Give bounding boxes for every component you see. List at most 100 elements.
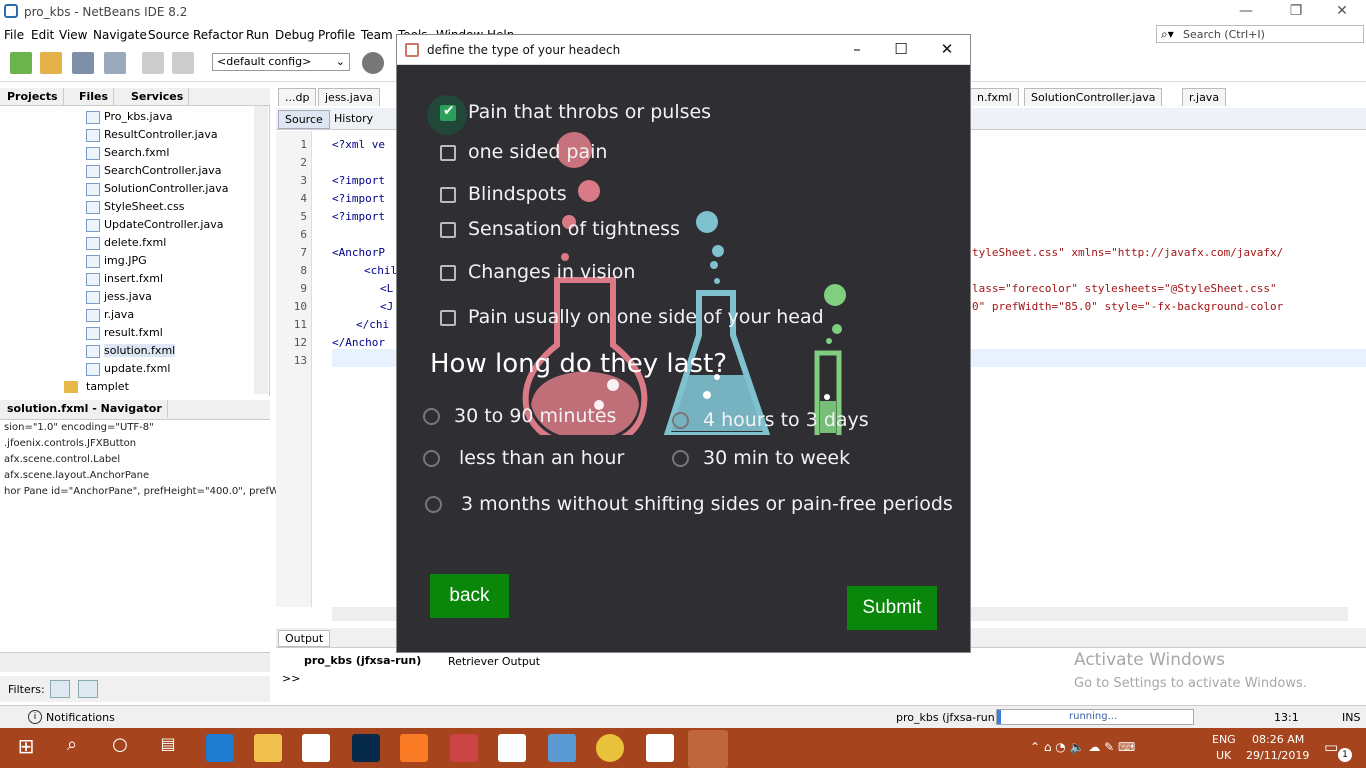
dialog-maximize-button[interactable]: ☐ — [889, 40, 913, 60]
checkbox-vision[interactable] — [440, 265, 456, 281]
menu-navigate[interactable]: Navigate — [93, 28, 147, 42]
tree-file[interactable]: delete.fxml — [104, 236, 166, 249]
checkbox-tightness[interactable] — [440, 222, 456, 238]
output-title[interactable]: Output — [278, 630, 331, 647]
tree-folder[interactable]: tamplet — [86, 380, 129, 393]
radio-less-than-hour[interactable] — [423, 450, 440, 467]
close-button[interactable]: ✕ — [1322, 2, 1362, 22]
menu-edit[interactable]: Edit — [31, 28, 54, 42]
submit-button[interactable]: Submit — [847, 586, 937, 630]
editor-tab[interactable]: r.java — [1182, 88, 1227, 106]
output-tab-retriever[interactable]: Retriever Output — [448, 655, 540, 668]
tree-file[interactable]: insert.fxml — [104, 272, 163, 285]
tree-file[interactable]: update.fxml — [104, 362, 170, 375]
tree-file[interactable]: result.fxml — [104, 326, 163, 339]
windows-start-icon[interactable]: ⊞ — [12, 734, 40, 762]
nav-node[interactable]: sion="1.0" encoding="UTF-8" — [4, 422, 154, 433]
dialog-close-button[interactable]: ✕ — [935, 40, 959, 60]
editor-tab[interactable]: ...dp — [278, 88, 317, 106]
browser-icon[interactable] — [362, 52, 384, 74]
tab-source[interactable]: Source — [278, 110, 330, 129]
file-explorer-icon[interactable] — [254, 734, 282, 762]
notifications-label[interactable]: Notifications — [46, 711, 115, 724]
radio-4h-3d[interactable] — [672, 412, 689, 429]
video-editor-icon[interactable] — [646, 734, 674, 762]
virtualbox-icon[interactable] — [548, 734, 576, 762]
run-progress-bar[interactable]: running... — [996, 709, 1194, 725]
nav-node[interactable]: afx.scene.control.Label — [4, 454, 120, 465]
tree-file[interactable]: StyleSheet.css — [104, 200, 184, 213]
checkbox-one-sided[interactable] — [440, 145, 456, 161]
search-icon[interactable]: ⌕ — [58, 734, 86, 762]
tree-scrollbar[interactable] — [254, 106, 268, 394]
checkbox-one-side-head[interactable] — [440, 310, 456, 326]
editor-tab[interactable]: SolutionController.java — [1024, 88, 1163, 106]
minimize-button[interactable]: — — [1226, 2, 1266, 22]
radio-3-months[interactable] — [425, 496, 442, 513]
tree-file-selected[interactable]: solution.fxml — [104, 344, 176, 357]
filter-icon[interactable] — [50, 680, 70, 698]
radio-30-90-min[interactable] — [423, 408, 440, 425]
filters-bar: Filters: — [0, 676, 270, 702]
code-line: 0" prefWidth="85.0" style="-fx-backgroun… — [972, 300, 1284, 313]
menu-run[interactable]: Run — [246, 28, 269, 42]
nav-node[interactable]: .jfoenix.controls.JFXButton — [4, 438, 136, 449]
radio-30min-week[interactable] — [672, 450, 689, 467]
tree-file[interactable]: Pro_kbs.java — [104, 110, 173, 123]
photoshop-icon[interactable] — [352, 734, 380, 762]
menu-source[interactable]: Source — [148, 28, 189, 42]
store-icon[interactable] — [498, 734, 526, 762]
redo-icon[interactable] — [172, 52, 194, 74]
clock-time[interactable]: 08:26 AM — [1252, 733, 1304, 746]
new-file-icon[interactable] — [10, 52, 32, 74]
editor-tab[interactable]: n.fxml — [970, 88, 1019, 106]
output-tab-run[interactable]: pro_kbs (jfxsa-run) — [304, 654, 421, 667]
action-center-icon[interactable]: ▭ — [1324, 738, 1338, 756]
cortana-icon[interactable]: ○ — [106, 734, 134, 762]
ide-search-box[interactable]: ⌕▾ Search (Ctrl+I) — [1156, 25, 1364, 43]
edge-icon[interactable] — [206, 734, 234, 762]
save-all-icon[interactable] — [104, 52, 126, 74]
new-project-icon[interactable] — [40, 52, 62, 74]
tray-icons[interactable]: ⌃ ⌂ ◔ 🔈 ☁ ✎ ⌨ — [1030, 740, 1135, 754]
checkbox-blindspots[interactable] — [440, 187, 456, 203]
menu-profile[interactable]: Profile — [318, 28, 355, 42]
dialog-minimize-button[interactable]: – — [845, 40, 869, 60]
java-app-icon[interactable] — [688, 730, 728, 768]
menu-debug[interactable]: Debug — [275, 28, 314, 42]
nav-node[interactable]: afx.scene.layout.AnchorPane — [4, 470, 149, 481]
nav-node[interactable]: hor Pane id="AnchorPane", prefHeight="40… — [4, 486, 282, 497]
menu-view[interactable]: View — [59, 28, 87, 42]
open-project-icon[interactable] — [72, 52, 94, 74]
chrome-icon[interactable] — [596, 734, 624, 762]
config-dropdown[interactable]: <default config> ⌄ — [212, 53, 350, 71]
tree-file[interactable]: UpdateController.java — [104, 218, 223, 231]
navigator-scrollbar[interactable] — [0, 652, 270, 672]
tree-file[interactable]: jess.java — [104, 290, 152, 303]
tab-files[interactable]: Files — [74, 88, 115, 106]
mail-icon[interactable] — [302, 734, 330, 762]
xampp-icon[interactable] — [400, 734, 428, 762]
tree-file[interactable]: ResultController.java — [104, 128, 218, 141]
tab-services[interactable]: Services — [126, 88, 190, 106]
menu-team[interactable]: Team — [361, 28, 393, 42]
language-indicator[interactable]: ENG — [1212, 733, 1236, 746]
filter-icon[interactable] — [78, 680, 98, 698]
checkbox-throbbing[interactable]: ✔ — [440, 103, 456, 121]
back-button[interactable]: back — [430, 574, 509, 618]
menu-refactor[interactable]: Refactor — [193, 28, 243, 42]
task-view-icon[interactable]: ▤ — [154, 734, 182, 762]
navigator-title[interactable]: solution.fxml - Navigator — [2, 400, 168, 418]
tree-file[interactable]: SearchController.java — [104, 164, 221, 177]
tree-file[interactable]: Search.fxml — [104, 146, 169, 159]
tree-file[interactable]: img.JPG — [104, 254, 147, 267]
maximize-button[interactable]: ❐ — [1276, 2, 1316, 22]
tab-history[interactable]: History — [328, 110, 379, 127]
undo-icon[interactable] — [142, 52, 164, 74]
tree-file[interactable]: r.java — [104, 308, 134, 321]
snipping-tool-icon[interactable] — [450, 734, 478, 762]
tab-projects[interactable]: Projects — [2, 88, 64, 106]
tree-file[interactable]: SolutionController.java — [104, 182, 228, 195]
menu-file[interactable]: File — [4, 28, 24, 42]
editor-tab[interactable]: jess.java — [318, 88, 380, 106]
